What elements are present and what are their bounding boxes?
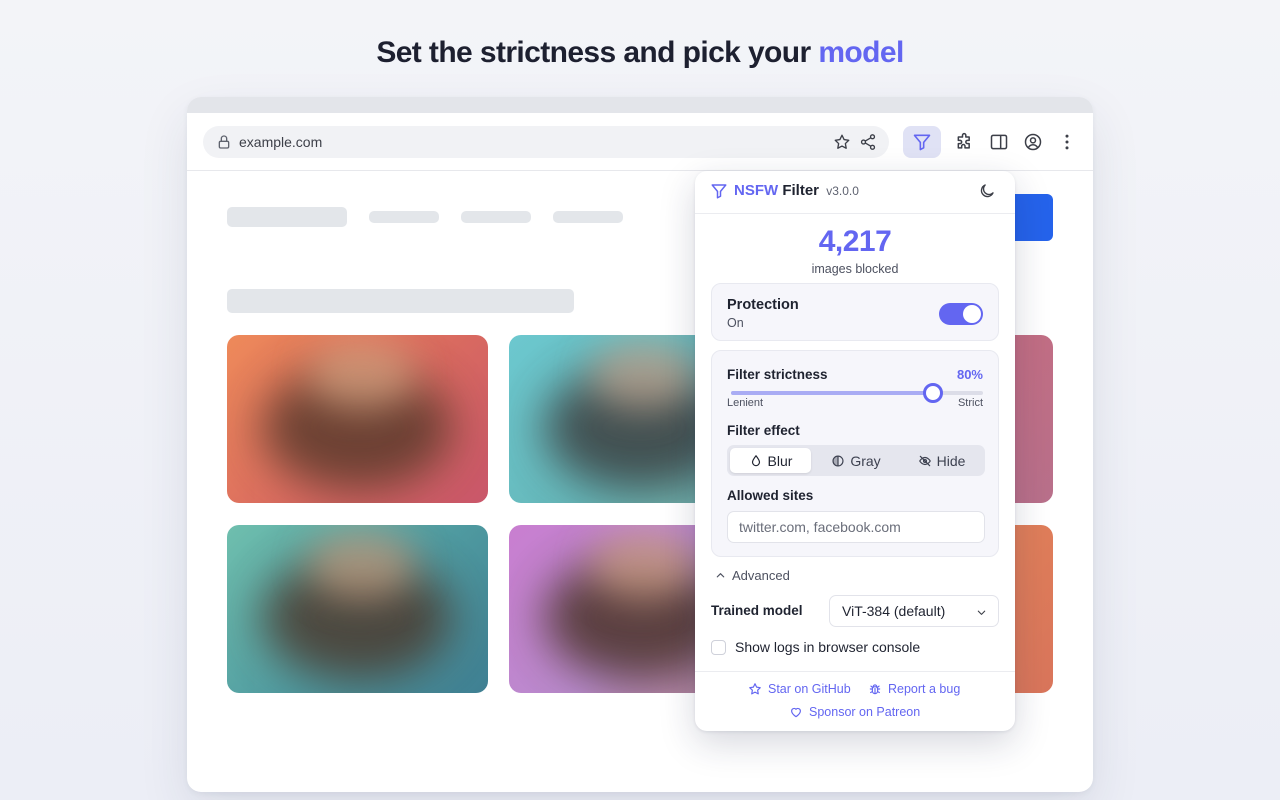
- account-icon: [1024, 133, 1042, 151]
- half-circle-icon: [832, 454, 844, 467]
- heart-icon: [791, 707, 801, 718]
- effect-option-label: Hide: [936, 452, 966, 469]
- url-text: example.com: [239, 134, 323, 150]
- advanced-toggle[interactable]: Advanced: [715, 568, 790, 583]
- bug-link-label: Report a bug: [888, 682, 961, 696]
- eye-off-icon: [918, 455, 931, 466]
- headline-accent: model: [818, 36, 904, 69]
- funnel-icon: [711, 184, 727, 199]
- sponsor-link-label: Sponsor on Patreon: [809, 705, 921, 719]
- strictness-label: Filter strictness: [727, 367, 828, 382]
- github-link-label: Star on GitHub: [768, 682, 851, 696]
- share-icon[interactable]: [859, 133, 877, 151]
- model-select[interactable]: ViT-384 (default): [829, 595, 999, 627]
- model-label: Trained model: [711, 603, 803, 618]
- slider-fill: [731, 391, 933, 395]
- title-rest: Filter: [778, 182, 820, 199]
- blurred-image: [227, 525, 488, 693]
- skeleton-nav-item: [369, 211, 439, 223]
- allowed-sites-input[interactable]: [727, 511, 985, 543]
- show-logs-label: Show logs in browser console: [735, 639, 921, 655]
- skeleton-nav-item: [553, 211, 623, 223]
- chevron-down-icon: [977, 610, 986, 615]
- popup-title: NSFW Filter v3.0.0: [734, 182, 859, 199]
- side-panel-button[interactable]: [983, 126, 1015, 158]
- advanced-label: Advanced: [732, 568, 790, 583]
- slider-min-label: Lenient: [727, 397, 764, 409]
- filter-settings-panel: Filter strictness 80% Lenient Strict Fil…: [711, 350, 999, 557]
- report-bug-link[interactable]: Report a bug: [868, 682, 960, 696]
- moon-icon[interactable]: [978, 182, 996, 200]
- version-label: v3.0.0: [826, 184, 859, 198]
- effect-option-hide[interactable]: Hide: [901, 448, 982, 473]
- bookmark-star-icon[interactable]: [833, 133, 851, 151]
- effect-option-gray[interactable]: Gray: [815, 448, 897, 473]
- effect-option-label: Gray: [850, 452, 881, 469]
- effect-label: Filter effect: [727, 423, 800, 438]
- slider-max-label: Strict: [957, 397, 983, 409]
- headline: Set the strictness and pick your model: [0, 36, 1280, 70]
- lock-icon: [218, 135, 230, 149]
- address-bar[interactable]: example.com: [203, 126, 889, 158]
- blocked-count: 4,217: [818, 225, 892, 258]
- protection-toggle[interactable]: [939, 303, 983, 325]
- droplet-icon: [751, 454, 760, 466]
- slider-thumb[interactable]: [922, 383, 943, 403]
- model-selected-value: ViT-384 (default): [842, 603, 946, 619]
- kebab-menu-icon: [1065, 134, 1069, 150]
- browser-toolbar: example.com: [187, 113, 1093, 171]
- funnel-icon: [913, 134, 931, 151]
- show-logs-checkbox[interactable]: [711, 639, 726, 655]
- popup-footer: Star on GitHub Report a bug Sponsor on P…: [695, 671, 1015, 731]
- bug-icon: [869, 684, 881, 695]
- tab-strip: [187, 97, 1093, 113]
- show-logs-option[interactable]: Show logs in browser console: [711, 639, 920, 655]
- protection-status: On: [727, 316, 744, 330]
- protection-title: Protection: [727, 297, 799, 313]
- popup-header: NSFW Filter v3.0.0: [695, 171, 1015, 214]
- extensions-button[interactable]: [949, 126, 981, 158]
- strictness-slider[interactable]: [731, 383, 983, 403]
- chevron-up-icon: [716, 573, 725, 578]
- strictness-value: 80%: [956, 367, 983, 382]
- nsfw-filter-extension-button[interactable]: [903, 126, 941, 158]
- star-on-github-link[interactable]: Star on GitHub: [748, 682, 851, 696]
- allowed-sites-label: Allowed sites: [727, 488, 814, 503]
- brand-name: NSFW: [734, 182, 779, 199]
- sponsor-patreon-link[interactable]: Sponsor on Patreon: [789, 705, 920, 719]
- effect-option-blur[interactable]: Blur: [730, 448, 811, 473]
- star-icon: [749, 683, 761, 695]
- skeleton-logo: [227, 207, 347, 227]
- skeleton-nav-item: [461, 211, 531, 223]
- headline-prefix: Set the strictness and pick your: [376, 36, 819, 69]
- side-panel-icon: [990, 134, 1008, 150]
- blocked-label: images blocked: [811, 262, 899, 276]
- nsfw-filter-popup: NSFW Filter v3.0.0 4,217 images blocked …: [695, 171, 1015, 731]
- skeleton-heading: [227, 289, 574, 313]
- menu-button[interactable]: [1051, 126, 1083, 158]
- protection-panel: Protection On: [711, 283, 999, 341]
- puzzle-icon: [957, 132, 970, 149]
- blurred-image: [227, 335, 488, 503]
- effect-option-label: Blur: [767, 452, 793, 469]
- profile-button[interactable]: [1017, 126, 1049, 158]
- effect-segmented-control: Blur Gray Hide: [727, 445, 985, 476]
